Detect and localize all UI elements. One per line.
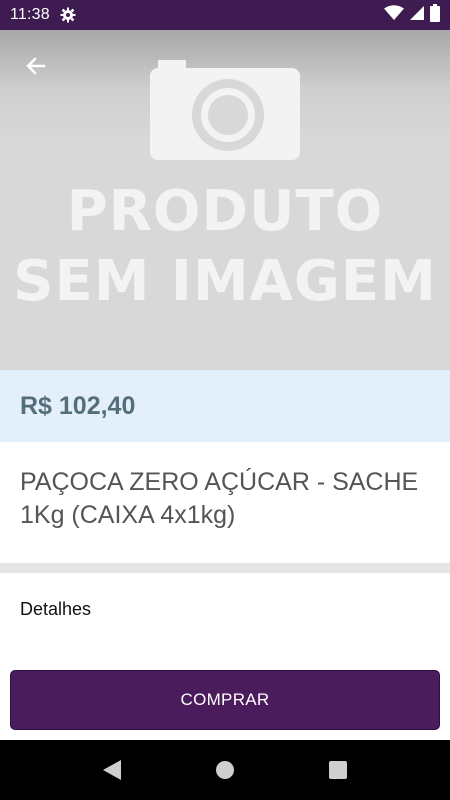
wifi-icon <box>384 4 404 26</box>
product-title-section: PAÇOCA ZERO AÇÚCAR - SACHE 1Kg (CAIXA 4x… <box>0 442 450 563</box>
price-band: R$ 102,40 <box>0 370 450 442</box>
buy-button[interactable]: COMPRAR <box>10 670 440 730</box>
placeholder-line-1: PRODUTO <box>66 179 384 244</box>
camera-icon <box>150 60 300 160</box>
status-time: 11:38 <box>10 6 50 23</box>
arrow-left-icon <box>24 54 48 83</box>
product-name: PAÇOCA ZERO AÇÚCAR - SACHE 1Kg (CAIXA 4x… <box>20 468 419 529</box>
signal-icon <box>410 5 424 26</box>
battery-icon <box>430 3 440 27</box>
status-icons <box>384 3 440 27</box>
gear-icon <box>60 7 76 23</box>
status-bar: 11:38 <box>0 0 450 30</box>
nav-recents-icon[interactable] <box>327 759 349 781</box>
section-divider <box>0 563 450 573</box>
back-button[interactable] <box>16 48 56 88</box>
details-section: Detalhes <box>0 573 450 663</box>
product-image: PRODUTO SEM IMAGEM <box>0 30 450 370</box>
nav-back-icon[interactable] <box>101 759 123 781</box>
product-price: R$ 102,40 <box>20 391 136 420</box>
placeholder-line-2: SEM IMAGEM <box>13 249 437 314</box>
nav-home-icon[interactable] <box>214 759 236 781</box>
details-label: Detalhes <box>20 599 92 619</box>
navigation-bar <box>0 740 450 800</box>
